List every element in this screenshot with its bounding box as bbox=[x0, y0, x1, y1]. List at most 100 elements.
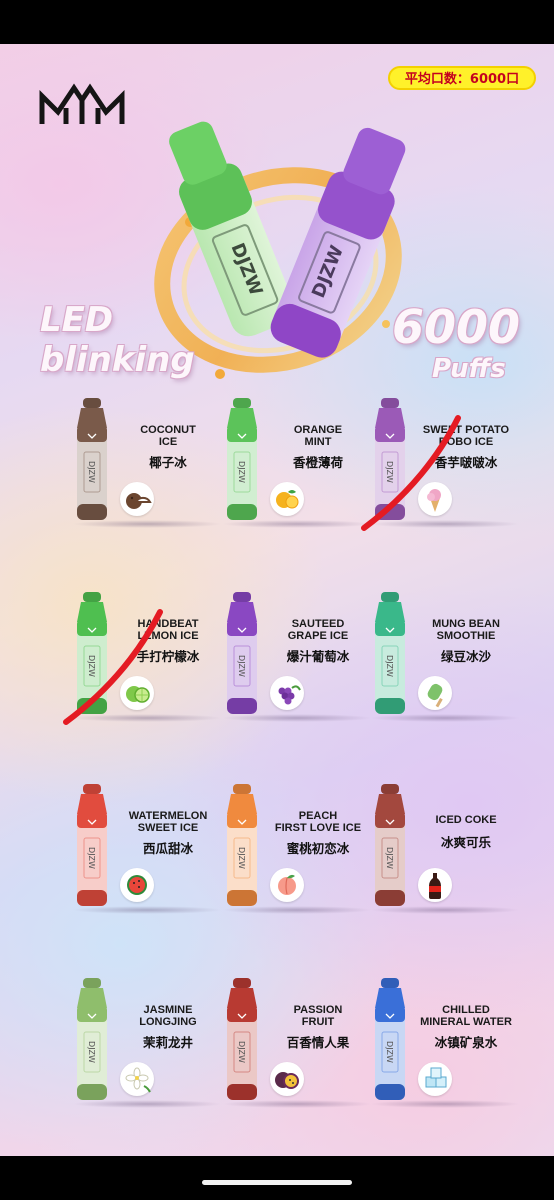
flavor-name-en: WATERMELON SWEET ICE bbox=[118, 810, 218, 834]
flavor-name-cn: 手打柠檬冰 bbox=[136, 649, 200, 664]
vape-bottle-image: DJZW bbox=[77, 784, 107, 906]
bottle-brand-text: DJZW bbox=[385, 847, 394, 869]
flavor-name-en: PASSION FRUIT bbox=[268, 1004, 368, 1028]
vape-bottle-image: DJZW bbox=[375, 978, 405, 1100]
bottle-brand-text: DJZW bbox=[237, 847, 246, 869]
orange-icon bbox=[270, 482, 304, 516]
flavor-card: DJZW PASSION FRUIT 百香情人果 bbox=[222, 976, 392, 1126]
flavor-card: DJZW PEACH FIRST LOVE ICE 蜜桃初恋冰 bbox=[222, 782, 392, 932]
flavor-name-cn: 百香情人果 bbox=[286, 1035, 350, 1050]
bottle-brand-text: DJZW bbox=[385, 1041, 394, 1063]
bottle-brand-text: DJZW bbox=[237, 655, 246, 677]
flavor-name-en-line: MUNG BEAN bbox=[432, 618, 500, 630]
flavor-name-en: SAUTEED GRAPE ICE bbox=[268, 618, 368, 642]
flavor-card: DJZW WATERMELON SWEET ICE 西瓜甜冰 bbox=[72, 782, 242, 932]
coconut-icon bbox=[120, 482, 154, 516]
vape-bottle-image: DJZW bbox=[375, 398, 405, 520]
flavor-card: DJZW ORANGE MINT 香橙薄荷 bbox=[222, 396, 392, 546]
bottle-brand-text: DJZW bbox=[385, 461, 394, 483]
bottom-bar bbox=[0, 1156, 554, 1200]
flavor-name-en: CHILLED MINERAL WATER bbox=[416, 1004, 516, 1028]
bottle-brand-text: DJZW bbox=[87, 847, 96, 869]
bottle-brand-text: DJZW bbox=[87, 461, 96, 483]
flavor-name-cn: 西瓜甜冰 bbox=[142, 841, 193, 856]
flavor-name-en: MUNG BEAN SMOOTHIE bbox=[416, 618, 516, 642]
jasmine-flower-icon bbox=[120, 1062, 154, 1096]
bottle-brand-text: DJZW bbox=[87, 655, 96, 677]
flavor-card: DJZW CHILLED MINERAL WATER 冰镇矿泉水 bbox=[370, 976, 540, 1126]
product-poster: 平均口数：6000口 DJZW DJZW LED blinking 6000 P… bbox=[0, 44, 554, 1156]
flavor-name-en-line: WATERMELON bbox=[128, 810, 208, 822]
flavor-name-cn: 香橙薄荷 bbox=[292, 455, 343, 470]
flavor-name-en-line: GRAPE ICE bbox=[287, 630, 349, 642]
flavor-name-en: ORANGE MINT bbox=[268, 424, 368, 448]
flavor-name-en-line: CHILLED bbox=[442, 1004, 490, 1016]
flavor-card: DJZW JASMINE LONGJING 茉莉龙井 bbox=[72, 976, 242, 1126]
flavor-card: DJZW SAUTEED GRAPE ICE 爆汁葡萄冰 bbox=[222, 590, 392, 740]
flavor-name-en-line: LEMON ICE bbox=[137, 630, 199, 642]
flavor-name-cn: 蜜桃初恋冰 bbox=[286, 841, 350, 856]
home-indicator[interactable] bbox=[202, 1180, 352, 1185]
flavor-name-en-line: PASSION bbox=[293, 1004, 343, 1016]
flavor-name-en: PEACH FIRST LOVE ICE bbox=[268, 810, 368, 834]
vape-bottle-image: DJZW bbox=[375, 784, 405, 906]
flavor-name-cn: 爆汁葡萄冰 bbox=[286, 649, 350, 664]
flavor-name-en-line: PEACH bbox=[298, 810, 338, 822]
vape-bottle-image: DJZW bbox=[77, 978, 107, 1100]
ice-cubes-icon bbox=[418, 1062, 452, 1096]
flavor-name-en-line: SMOOTHIE bbox=[436, 630, 496, 642]
bottle-brand-text: DJZW bbox=[237, 461, 246, 483]
vape-bottle-image: DJZW bbox=[77, 398, 107, 520]
flavor-name-en-line: MINT bbox=[304, 436, 332, 448]
flavor-name-en-line: ICED COKE bbox=[435, 814, 497, 826]
flavor-name-en: JASMINE LONGJING bbox=[118, 1004, 218, 1028]
flavor-name-en-line: SAUTEED bbox=[291, 618, 345, 630]
flavor-card: DJZW MUNG BEAN SMOOTHIE 绿豆冰沙 bbox=[370, 590, 540, 740]
flavor-name-en: COCONUT ICE bbox=[118, 424, 218, 448]
vape-bottle-image: DJZW bbox=[227, 398, 257, 520]
flavor-card: DJZW COCONUT ICE 椰子冰 bbox=[72, 396, 242, 546]
flavor-name-cn: 冰镇矿泉水 bbox=[434, 1035, 498, 1050]
flavor-name-cn: 茉莉龙井 bbox=[142, 1035, 193, 1050]
flavor-name-en-line: ICE bbox=[158, 436, 178, 448]
bottle-brand-text: DJZW bbox=[385, 655, 394, 677]
flavor-card: DJZW ICED COKE 冰爽可乐 bbox=[370, 782, 540, 932]
vape-bottle-image: DJZW bbox=[227, 592, 257, 714]
vape-bottle-image: DJZW bbox=[375, 592, 405, 714]
cola-bottle-icon bbox=[418, 868, 452, 902]
flavor-grid: DJZW COCONUT ICE 椰子冰 DJZW ORANGE MINT 香橙薄荷 DJZW S… bbox=[0, 44, 554, 1156]
flavor-name-en-line: FIRST LOVE ICE bbox=[274, 822, 362, 834]
flavor-name-cn: 冰爽可乐 bbox=[440, 835, 491, 850]
vape-bottle-image: DJZW bbox=[227, 784, 257, 906]
bottle-brand-text: DJZW bbox=[237, 1041, 246, 1063]
flavor-card: DJZW SWEET POTATO BOBO ICE 香芋啵啵冰 bbox=[361, 396, 540, 546]
flavor-name-en: ICED COKE bbox=[416, 814, 516, 826]
flavor-name-cn: 香芋啵啵冰 bbox=[434, 455, 498, 470]
vape-bottle-image: DJZW bbox=[77, 592, 107, 714]
flavor-name-en-line: JASMINE bbox=[143, 1004, 193, 1016]
flavor-name-cn: 绿豆冰沙 bbox=[440, 649, 491, 664]
flavor-name-en-line: SWEET POTATO bbox=[422, 424, 510, 436]
flavor-name-en-line: HANDBEAT bbox=[137, 618, 199, 630]
flavor-name-en-line: BOBO ICE bbox=[438, 436, 494, 448]
flavor-name-en: HANDBEAT LEMON ICE bbox=[118, 618, 218, 642]
flavor-name-en-line: FRUIT bbox=[301, 1016, 335, 1028]
flavor-name-en-line: MINERAL WATER bbox=[420, 1016, 512, 1028]
status-bar bbox=[0, 0, 554, 44]
flavor-name-en-line: ORANGE bbox=[293, 424, 343, 436]
peach-icon bbox=[270, 868, 304, 902]
popsicle-icon bbox=[418, 676, 452, 710]
flavor-name-en: SWEET POTATO BOBO ICE bbox=[416, 424, 516, 448]
ice-cream-icon bbox=[418, 482, 452, 516]
flavor-name-en-line: SWEET ICE bbox=[137, 822, 199, 834]
watermelon-icon bbox=[120, 868, 154, 902]
bottle-brand-text: DJZW bbox=[87, 1041, 96, 1063]
lime-icon bbox=[120, 676, 154, 710]
flavor-name-en-line: LONGJING bbox=[139, 1016, 197, 1028]
flavor-card: DJZW HANDBEAT LEMON ICE 手打柠檬冰 bbox=[63, 590, 242, 740]
flavor-name-cn: 椰子冰 bbox=[149, 455, 187, 470]
flavor-name-en-line: COCONUT bbox=[140, 424, 196, 436]
passion-fruit-icon bbox=[270, 1062, 304, 1096]
vape-bottle-image: DJZW bbox=[227, 978, 257, 1100]
grape-icon bbox=[270, 676, 304, 710]
